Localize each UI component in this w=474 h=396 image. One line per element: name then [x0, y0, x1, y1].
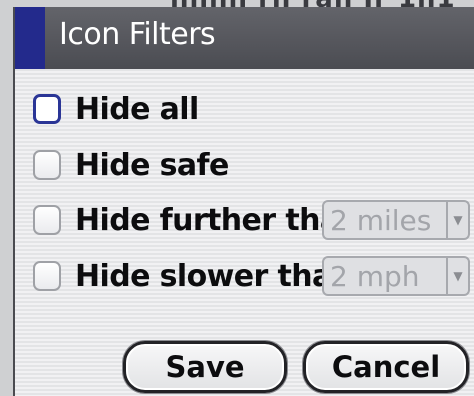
speed-select-value: 2 mph — [330, 259, 420, 293]
hide-all-label: Hide all — [75, 91, 199, 127]
title-accent-bar — [15, 7, 45, 69]
save-button[interactable]: Save — [123, 341, 287, 393]
option-hide-safe[interactable]: Hide safe — [33, 144, 229, 186]
hide-further-than-checkbox[interactable] — [33, 205, 61, 235]
hide-safe-checkbox[interactable] — [33, 150, 61, 180]
hide-slower-than-checkbox[interactable] — [33, 261, 61, 291]
option-hide-further-than[interactable]: Hide further than — [33, 199, 361, 241]
icon-filters-dialog: Icon Filters Hide all Hide safe Hide fur… — [13, 7, 474, 396]
cancel-button[interactable]: Cancel — [303, 341, 469, 393]
distance-select[interactable]: 2 miles ▼ — [322, 200, 470, 240]
speed-select[interactable]: 2 mph ▼ — [322, 256, 470, 296]
hide-slower-than-label: Hide slower than — [75, 258, 353, 294]
screen: nnnn rn ran Ir 1n1 Icon Filters Hide all… — [0, 0, 474, 396]
option-hide-slower-than[interactable]: Hide slower than — [33, 255, 353, 297]
dialog-titlebar: Icon Filters — [15, 7, 474, 69]
hide-safe-label: Hide safe — [75, 147, 229, 183]
option-hide-all[interactable]: Hide all — [33, 88, 199, 130]
chevron-down-icon[interactable]: ▼ — [446, 202, 468, 238]
hide-further-than-label: Hide further than — [75, 202, 361, 238]
hide-all-checkbox[interactable] — [33, 94, 61, 124]
dialog-title: Icon Filters — [59, 17, 216, 52]
distance-select-value: 2 miles — [330, 203, 432, 237]
chevron-down-icon[interactable]: ▼ — [446, 258, 468, 294]
